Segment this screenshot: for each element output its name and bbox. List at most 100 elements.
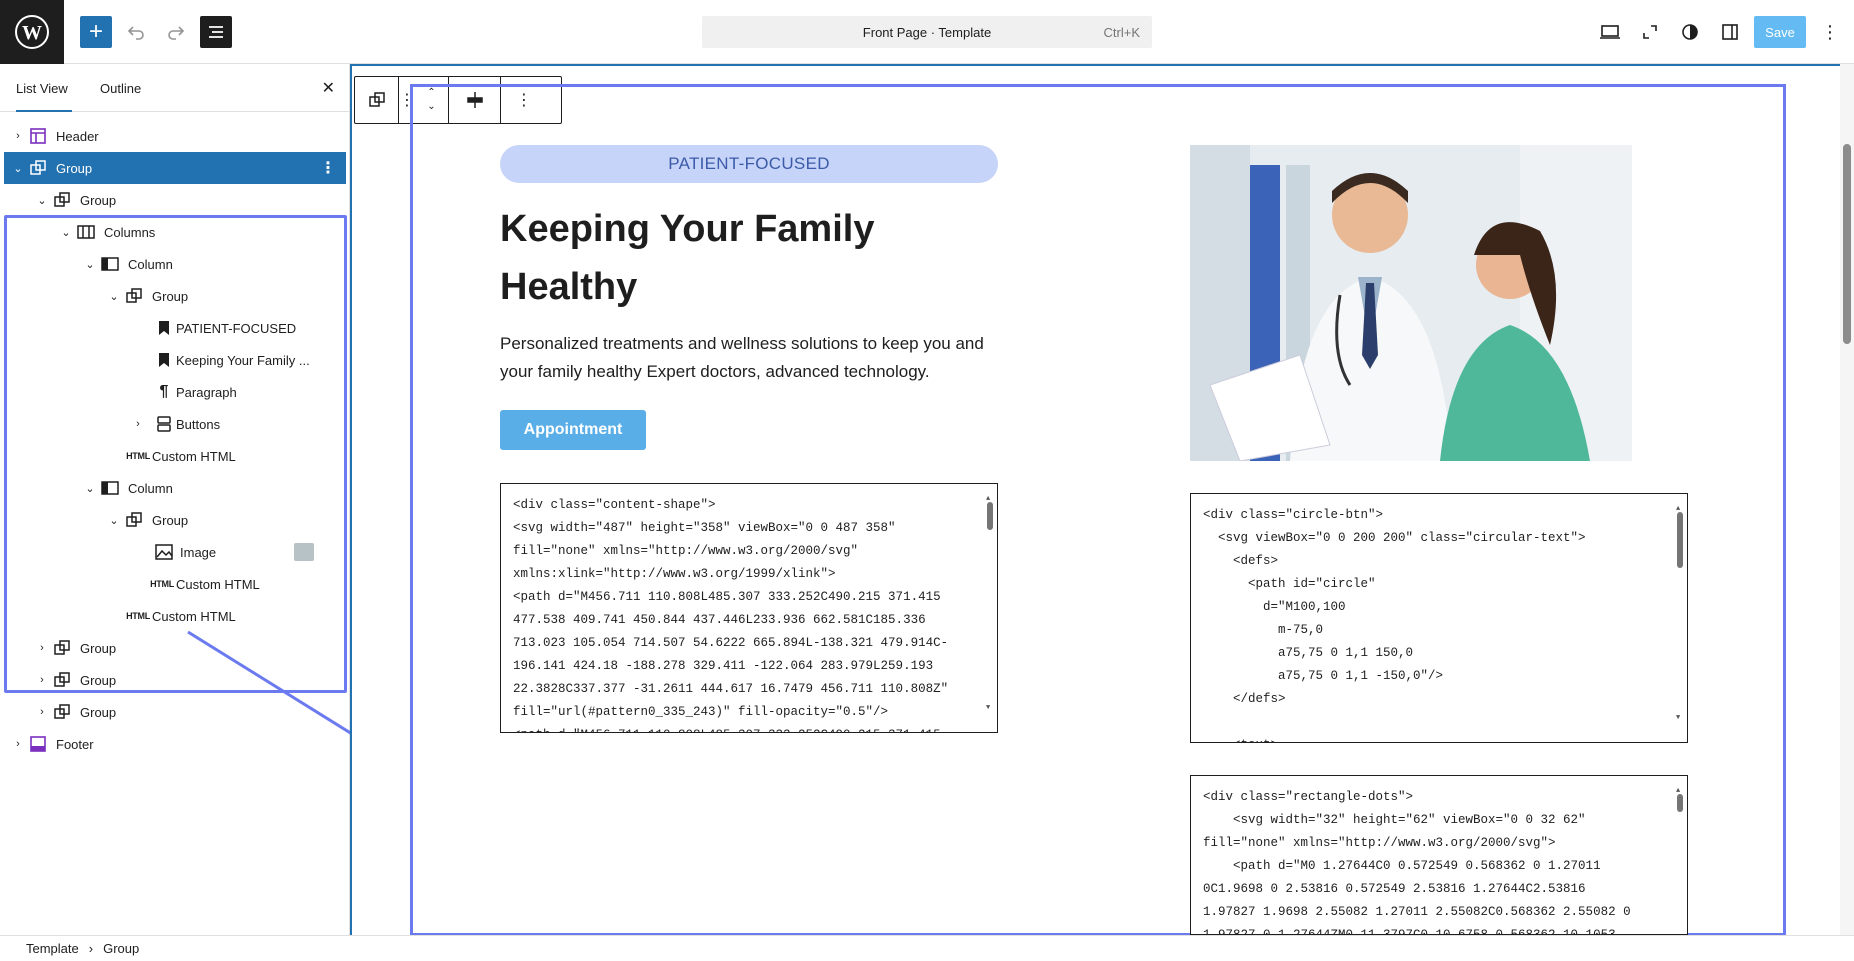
options-menu-icon[interactable]: ⋮ — [1814, 16, 1846, 48]
tree-item-image[interactable]: Image — [4, 536, 346, 568]
html-icon: HTML — [150, 579, 174, 589]
scrollbar[interactable]: ▲ — [1675, 780, 1685, 930]
header-template-icon — [28, 126, 48, 146]
tree-item-label: Column — [128, 256, 173, 272]
shortcut-hint: Ctrl+K — [1103, 24, 1140, 40]
tree-item-group[interactable]: ⌄ Group — [4, 184, 346, 216]
tab-outline[interactable]: Outline — [100, 64, 141, 112]
group-block-icon[interactable] — [355, 77, 399, 123]
wordpress-logo-svg: W — [15, 15, 49, 49]
paragraph-icon: ¶ — [159, 383, 169, 400]
chevron-down-icon[interactable]: ⌄ — [58, 226, 74, 239]
scrollbar[interactable]: ▲ ▼ — [1675, 498, 1685, 738]
group-icon — [52, 670, 72, 690]
tree-item-label: Custom HTML — [176, 576, 260, 592]
tree-item-header[interactable]: › Header — [4, 120, 346, 152]
tree-item-group[interactable]: ⌄ Group — [4, 504, 346, 536]
columns-icon — [76, 222, 96, 242]
chevron-down-icon[interactable]: ⌄ — [10, 162, 26, 175]
hero-title[interactable]: Keeping Your Family Healthy — [500, 200, 998, 316]
tree-item-column[interactable]: ⌄ Column — [4, 472, 346, 504]
patient-focused-badge: PATIENT-FOCUSED — [500, 145, 998, 183]
tree-item-label: Buttons — [176, 416, 221, 432]
chevron-down-icon[interactable]: ⌄ — [34, 194, 50, 207]
appointment-button[interactable]: Appointment — [500, 410, 646, 450]
group-icon — [52, 190, 72, 210]
tree-item-label: Group — [80, 704, 117, 720]
chevron-right-icon[interactable]: › — [34, 674, 50, 686]
chevron-right-icon[interactable]: › — [34, 642, 50, 654]
tree-item-heading[interactable]: Keeping Your Family ... — [4, 344, 346, 376]
chevron-right-icon: › — [88, 941, 94, 956]
wordpress-logo-icon[interactable]: W — [0, 0, 64, 64]
command-palette-bar[interactable]: Front Page · Template Ctrl+K — [702, 16, 1152, 48]
image-thumbnail — [294, 543, 314, 561]
tree-item-label: Columns — [104, 224, 156, 240]
tree-item-group[interactable]: ⌄ Group — [4, 280, 346, 312]
group-icon — [28, 158, 48, 178]
doctor-patient-image[interactable] — [1190, 145, 1632, 461]
settings-sidebar-icon[interactable] — [1714, 16, 1746, 48]
tree-item-label: Custom HTML — [152, 608, 236, 624]
tree-item-label: Custom HTML — [152, 448, 236, 464]
chevron-down-icon[interactable]: ⌄ — [82, 258, 98, 271]
chevron-down-icon[interactable]: ⌄ — [106, 514, 122, 527]
tree-item-label: Keeping Your Family ... — [176, 352, 310, 368]
add-block-button[interactable]: + — [80, 16, 112, 48]
custom-html-editor-3[interactable]: <div class="rectangle-dots"> <svg width=… — [1190, 775, 1688, 935]
tree-item-label: Group — [80, 672, 117, 688]
list-view-sidebar: List View Outline ✕ › Header ⌄ Group ⋮ ⌄… — [0, 64, 350, 935]
tree-item-label: Group — [56, 160, 93, 176]
group-icon — [124, 510, 144, 530]
expand-icon[interactable] — [1634, 16, 1666, 48]
tree-item-column[interactable]: ⌄ Column — [4, 248, 346, 280]
breadcrumb-template[interactable]: Template — [26, 941, 79, 956]
undo-icon[interactable] — [120, 16, 152, 48]
tree-item-buttons[interactable]: › Buttons — [4, 408, 346, 440]
tree-item-label: Group — [80, 192, 117, 208]
group-icon — [52, 638, 72, 658]
more-options-icon[interactable]: ⋮ — [320, 158, 336, 178]
tree-item-label: Header — [56, 128, 99, 144]
html-icon: HTML — [126, 451, 150, 461]
scrollbar-thumb[interactable] — [1843, 144, 1851, 344]
tree-item-columns[interactable]: ⌄ Columns — [4, 216, 346, 248]
tree-item-paragraph[interactable]: ¶ Paragraph — [4, 376, 346, 408]
breadcrumb-group[interactable]: Group — [103, 941, 139, 956]
chevron-right-icon[interactable]: › — [130, 418, 146, 430]
styles-icon[interactable] — [1674, 16, 1706, 48]
scrollbar[interactable]: ▲ ▼ — [985, 488, 995, 728]
group-icon — [124, 286, 144, 306]
hero-paragraph[interactable]: Personalized treatments and wellness sol… — [500, 330, 998, 386]
sidebar-tabs: List View Outline ✕ — [0, 64, 349, 112]
canvas-scrollbar[interactable] — [1840, 64, 1854, 935]
chevron-right-icon[interactable]: › — [34, 706, 50, 718]
tab-list-view[interactable]: List View — [16, 64, 72, 112]
chevron-right-icon[interactable]: › — [10, 738, 26, 750]
close-icon[interactable]: ✕ — [322, 78, 335, 98]
photo-illustration — [1190, 145, 1632, 461]
chevron-right-icon[interactable]: › — [10, 130, 26, 142]
custom-html-editor-1[interactable]: <div class="content-shape"> <svg width="… — [500, 483, 998, 733]
tree-item-group-selected[interactable]: ⌄ Group ⋮ — [4, 152, 346, 184]
tree-item-label: Paragraph — [176, 384, 237, 400]
bookmark-icon — [154, 318, 174, 338]
document-overview-icon[interactable] — [200, 16, 232, 48]
custom-html-editor-2[interactable]: <div class="circle-btn"> <svg viewBox="0… — [1190, 493, 1688, 743]
document-title: Front Page · Template — [862, 24, 992, 40]
tree-item-custom-html[interactable]: HTML Custom HTML — [4, 568, 346, 600]
column-icon — [100, 254, 120, 274]
device-preview-icon[interactable] — [1594, 16, 1626, 48]
tree-item-heading[interactable]: PATIENT-FOCUSED — [4, 312, 346, 344]
buttons-icon — [154, 414, 174, 434]
group-icon — [52, 702, 72, 722]
tree-item-label: Group — [152, 288, 189, 304]
code-text: <div class="rectangle-dots"> <svg width=… — [1203, 790, 1631, 935]
chevron-down-icon[interactable]: ⌄ — [82, 482, 98, 495]
chevron-down-icon[interactable]: ⌄ — [106, 290, 122, 303]
redo-icon[interactable] — [160, 16, 192, 48]
save-button[interactable]: Save — [1754, 16, 1806, 48]
tree-item-label: Group — [80, 640, 117, 656]
tree-item-label: Image — [180, 544, 217, 560]
tree-item-custom-html[interactable]: HTML Custom HTML — [4, 440, 346, 472]
